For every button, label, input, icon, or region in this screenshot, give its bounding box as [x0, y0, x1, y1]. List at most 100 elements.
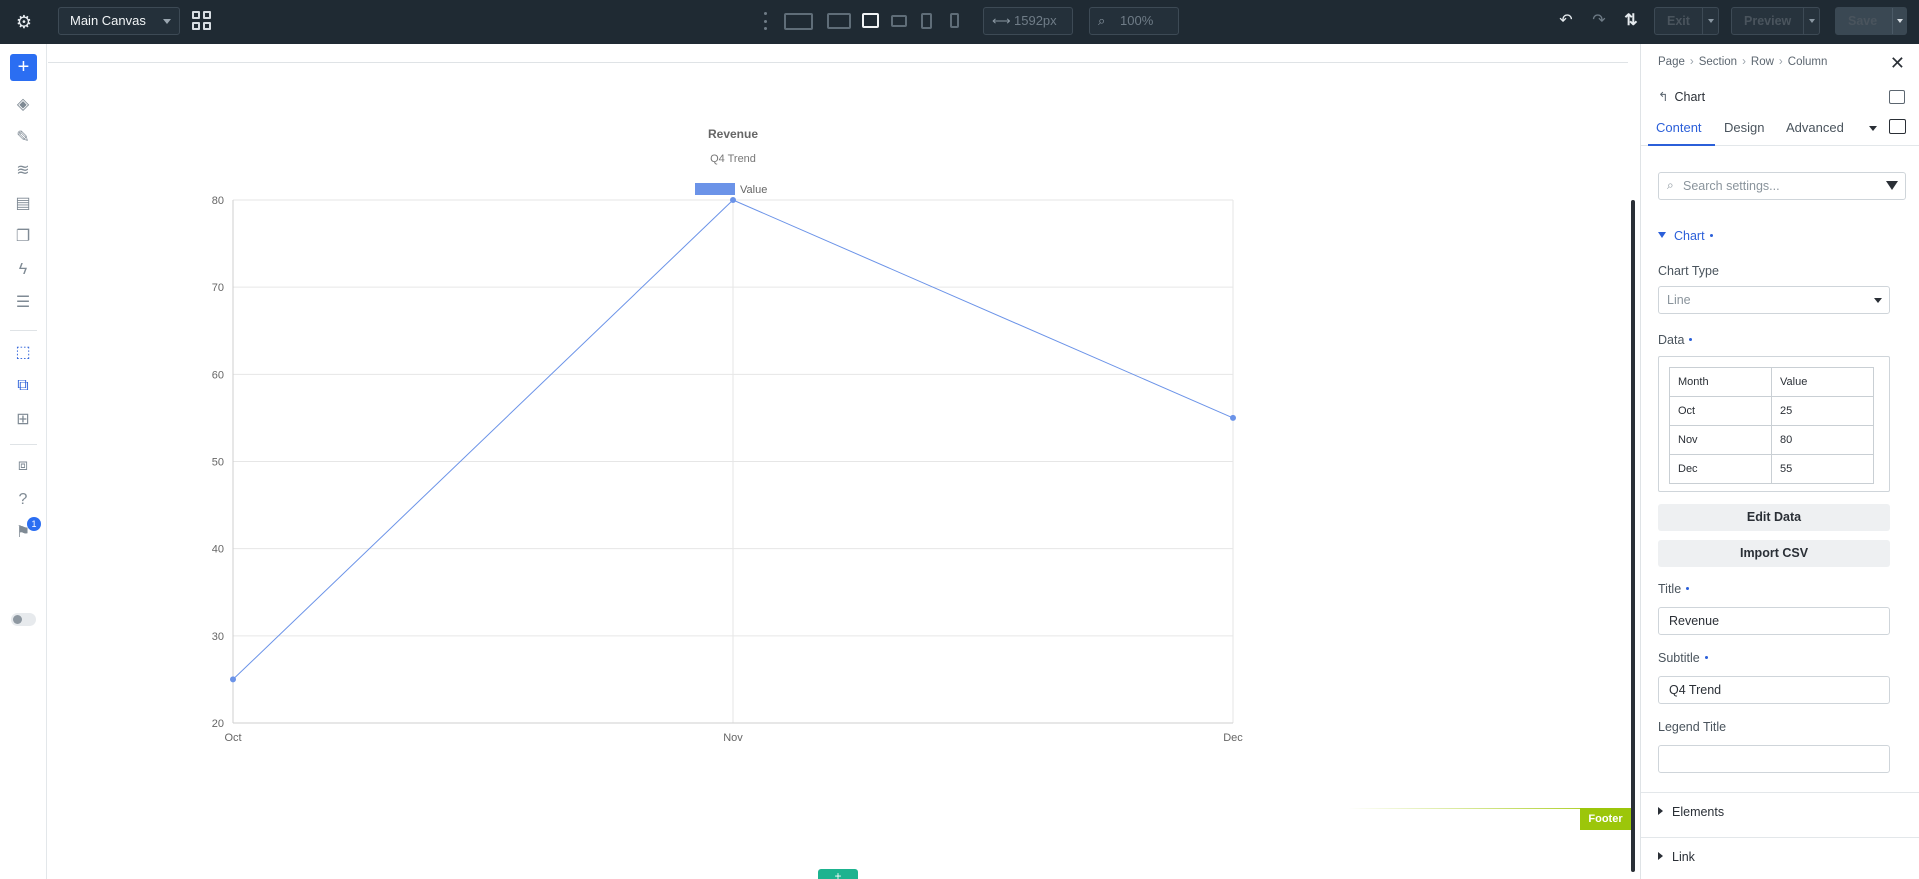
legend-title-label: Legend Title	[1658, 720, 1727, 734]
breadcrumb-page[interactable]: Page	[1658, 56, 1685, 68]
title-field[interactable]	[1658, 607, 1890, 635]
edit-data-button[interactable]: Edit Data	[1658, 504, 1890, 531]
zoom-value: 100%	[1120, 13, 1154, 28]
theme-toggle[interactable]	[11, 613, 36, 626]
tablet-landscape-device-icon[interactable]	[891, 15, 907, 27]
table-cell[interactable]: 80	[1771, 425, 1874, 455]
select-element-icon[interactable]: ⬚	[12, 342, 34, 364]
search-icon: ⌕	[1667, 178, 1674, 192]
chart-type-value: Line	[1667, 293, 1691, 307]
table-header-cell: Value	[1771, 367, 1874, 397]
settings-gear-icon[interactable]: ⚙	[13, 11, 35, 33]
canvas-width-field[interactable]: ⟷ 1592px	[983, 7, 1073, 35]
tab-advanced[interactable]: Advanced	[1786, 120, 1844, 135]
more-tabs-chevron-icon[interactable]	[1869, 126, 1877, 131]
laptop-device-icon[interactable]	[862, 13, 879, 28]
data-point	[230, 676, 236, 683]
redo-icon[interactable]: ↷	[1588, 10, 1610, 32]
canvas-scrollbar[interactable]	[1631, 200, 1635, 872]
interactions-bolt-icon[interactable]: ϟ	[12, 259, 34, 281]
preview-dropdown-icon[interactable]	[1809, 19, 1815, 23]
title-input[interactable]	[1669, 613, 1879, 629]
forms-icon[interactable]: ▤	[12, 193, 34, 215]
breadcrumb-column[interactable]: Column	[1788, 56, 1828, 68]
undo-icon[interactable]: ↶	[1555, 10, 1577, 32]
data-table-box: Month Value Oct 25 Nov 80 Dec 55	[1658, 356, 1890, 492]
line-chart[interactable]: 20 30 40 50 60 70 80 Oct Nov Dec Value Revenue Q4 …	[48, 44, 1640, 879]
width-arrows-icon: ⟷	[992, 13, 1011, 28]
canvas-selector[interactable]: Main Canvas	[58, 7, 180, 35]
chart-section-header[interactable]: Chart	[1658, 229, 1713, 243]
add-section-button[interactable]: +	[818, 869, 858, 879]
responsive-frame-icon[interactable]	[1889, 119, 1906, 134]
table-header-cell: Month	[1669, 367, 1772, 397]
footer-tag[interactable]: Footer	[1580, 808, 1631, 830]
active-tab-indicator	[1648, 144, 1715, 146]
zoom-field[interactable]: ⌕ 100%	[1089, 7, 1179, 35]
elements-section-label: Elements	[1672, 805, 1725, 819]
components-icon[interactable]: ⊞	[12, 409, 34, 431]
desktop-wide-device-icon[interactable]	[784, 13, 813, 30]
help-icon[interactable]: ?	[12, 489, 34, 511]
add-element-button[interactable]: +	[10, 54, 37, 81]
preview-button[interactable]: Preview	[1731, 7, 1820, 35]
exit-button[interactable]: Exit	[1654, 7, 1719, 35]
y-tick-label: 60	[212, 369, 224, 381]
chart-type-label: Chart Type	[1658, 264, 1719, 278]
save-dropdown-icon[interactable]	[1897, 19, 1903, 23]
table-cell[interactable]: Dec	[1669, 454, 1772, 484]
canvas-width-value: 1592px	[1014, 13, 1057, 28]
table-cell[interactable]: Oct	[1669, 396, 1772, 426]
legend-title-field[interactable]	[1658, 745, 1890, 773]
filter-icon[interactable]	[1886, 181, 1898, 190]
exit-dropdown-icon[interactable]	[1708, 19, 1714, 23]
data-table: Month Value Oct 25 Nov 80 Dec 55	[1669, 367, 1874, 484]
tablet-portrait-device-icon[interactable]	[921, 13, 932, 29]
tab-content[interactable]: Content	[1656, 120, 1702, 135]
history-sort-icon[interactable]: ⇅	[1620, 10, 1642, 32]
settings-search[interactable]: ⌕	[1658, 172, 1906, 200]
expand-icon	[1658, 807, 1663, 815]
legend-title-input[interactable]	[1669, 751, 1879, 767]
notification-badge: 1	[27, 517, 41, 531]
expand-icon	[1658, 852, 1663, 860]
table-cell[interactable]: Nov	[1669, 425, 1772, 455]
save-button[interactable]: Save	[1835, 7, 1907, 35]
import-csv-button[interactable]: Import CSV	[1658, 540, 1890, 567]
settings-search-input[interactable]	[1683, 177, 1863, 195]
desktop-device-icon[interactable]	[827, 13, 851, 29]
close-icon[interactable]: ✕	[1890, 53, 1905, 74]
select-multiple-icon[interactable]: ⧉	[12, 375, 34, 397]
panel-tabs: Content Design Advanced	[1641, 108, 1919, 146]
styles-icon[interactable]: ✎	[12, 127, 34, 149]
templates-grid-icon[interactable]	[192, 11, 211, 30]
table-cell[interactable]: 55	[1771, 454, 1874, 484]
chart-title: Revenue	[708, 127, 758, 141]
settings-sliders-icon[interactable]: ☰	[12, 292, 34, 314]
subtitle-field[interactable]	[1658, 676, 1890, 704]
more-vertical-icon[interactable]	[764, 12, 768, 30]
x-tick-label: Dec	[1223, 732, 1243, 744]
templates-icon[interactable]: ⧈	[12, 455, 34, 477]
chart-type-select[interactable]: Line	[1658, 286, 1890, 314]
elements-section-header[interactable]: Elements	[1658, 805, 1724, 819]
legend-label: Value	[740, 184, 767, 196]
layers-icon[interactable]: ◈	[12, 94, 34, 116]
breadcrumb-row[interactable]: Row	[1751, 56, 1774, 68]
canvas-selector-label: Main Canvas	[70, 13, 146, 28]
mobile-device-icon[interactable]	[950, 13, 959, 28]
breadcrumb-section[interactable]: Section	[1699, 56, 1737, 68]
link-section-header[interactable]: Link	[1658, 850, 1695, 864]
table-row: Nov 80	[1669, 425, 1874, 455]
subtitle-input[interactable]	[1669, 682, 1879, 698]
properties-panel: Page › Section › Row › Column ✕ ↰ Chart Content…	[1640, 44, 1919, 879]
back-arrow-icon[interactable]: ↰	[1658, 90, 1668, 104]
pages-icon[interactable]: ❐	[12, 226, 34, 248]
element-options-icon[interactable]	[1889, 90, 1905, 104]
tab-design[interactable]: Design	[1724, 120, 1764, 135]
y-tick-label: 70	[212, 282, 224, 294]
database-icon[interactable]: ≋	[12, 160, 34, 182]
table-cell[interactable]: 25	[1771, 396, 1874, 426]
subtitle-label: Subtitle	[1658, 651, 1708, 665]
zoom-icon: ⌕	[1098, 13, 1106, 28]
